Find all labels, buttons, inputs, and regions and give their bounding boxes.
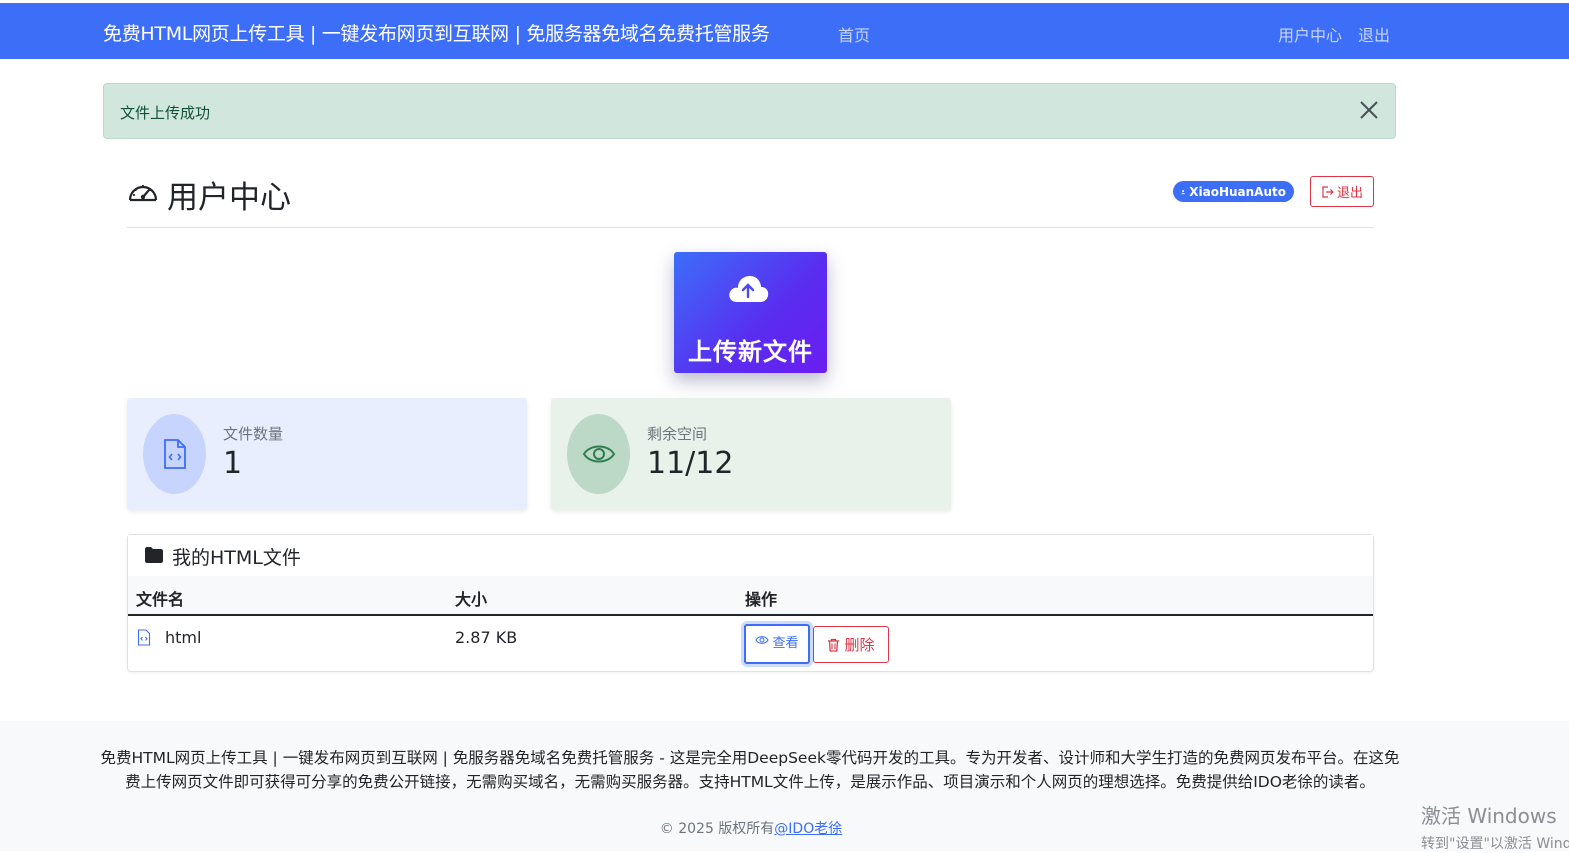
file-code-icon — [143, 414, 206, 494]
speedometer-icon — [127, 178, 159, 210]
eye-icon — [567, 414, 630, 494]
alert-message: 文件上传成功 — [120, 104, 211, 122]
nav-link-home[interactable]: 首页 — [838, 22, 870, 46]
upload-label: 上传新文件 — [688, 338, 813, 366]
remaining-space-label: 剩余空间 — [647, 425, 708, 443]
eye-icon — [755, 636, 770, 644]
delete-button-label: 删除 — [844, 636, 875, 654]
column-header-actions: 操作 — [745, 590, 778, 609]
column-header-size: 大小 — [455, 590, 488, 609]
file-name: html — [165, 628, 202, 647]
file-count-label: 文件数量 — [223, 425, 284, 443]
file-size: 2.87 KB — [455, 628, 518, 647]
copyright-text: © 2025 版权所有 — [659, 821, 775, 837]
files-card-title: 我的HTML文件 — [172, 547, 301, 569]
success-alert: 文件上传成功 — [103, 83, 1396, 139]
footer-copyright: © 2025 版权所有@IDO老徐 — [0, 818, 1502, 838]
divider — [127, 227, 1374, 228]
username-badge: XiaoHuanAuto — [1173, 181, 1294, 202]
table-row: html 2.87 KB 查看 删除 — [128, 616, 1373, 671]
windows-activation-watermark: 激活 Windows 转到"设置"以激活 Windows。 — [1421, 800, 1569, 853]
nav-link-logout[interactable]: 退出 — [1358, 22, 1390, 46]
files-card-header: 我的HTML文件 — [128, 535, 1373, 577]
remaining-space-value: 11/12 — [647, 446, 734, 481]
view-button[interactable]: 查看 — [744, 624, 810, 664]
top-navbar: 免费HTML网页上传工具 | 一键发布网页到互联网 | 免服务器免域名免费托管服… — [0, 3, 1569, 59]
username-text: XiaoHuanAuto — [1189, 184, 1286, 199]
page-title: 用户中心 — [167, 180, 291, 216]
footer-description: 免费HTML网页上传工具 | 一键发布网页到互联网 | 免服务器免域名免费托管服… — [100, 749, 1400, 791]
logout-button[interactable]: 退出 — [1310, 176, 1374, 207]
logout-button-label: 退出 — [1336, 186, 1363, 201]
watermark-line-1: 激活 Windows — [1421, 804, 1557, 828]
watermark-line-2: 转到"设置"以激活 Windows。 — [1421, 836, 1569, 852]
remaining-space-card: 剩余空间 11/12 — [551, 398, 951, 510]
person-icon — [1181, 189, 1185, 194]
cloud-upload-icon — [726, 272, 770, 306]
page-footer: 免费HTML网页上传工具 | 一键发布网页到互联网 | 免服务器免域名免费托管服… — [0, 721, 1569, 851]
file-code-icon — [137, 629, 151, 646]
trash-icon — [828, 638, 840, 652]
nav-link-user-center[interactable]: 用户中心 — [1278, 22, 1342, 46]
site-brand[interactable]: 免费HTML网页上传工具 | 一键发布网页到互联网 | 免服务器免域名免费托管服… — [103, 19, 770, 46]
my-files-card: 我的HTML文件 文件名 大小 操作 html 2.87 KB 查看 删除 — [127, 534, 1374, 672]
delete-button[interactable]: 删除 — [813, 626, 889, 663]
view-button-label: 查看 — [772, 636, 799, 651]
column-header-filename: 文件名 — [136, 590, 185, 609]
author-link[interactable]: @IDO老徐 — [774, 821, 842, 837]
upload-new-file-button[interactable]: 上传新文件 — [674, 252, 827, 373]
folder-icon — [144, 546, 164, 564]
exit-icon — [1322, 185, 1334, 198]
files-table-header: 文件名 大小 操作 — [128, 576, 1373, 616]
file-count-value: 1 — [223, 446, 243, 481]
close-icon[interactable] — [1357, 98, 1381, 122]
file-count-card: 文件数量 1 — [127, 398, 527, 510]
